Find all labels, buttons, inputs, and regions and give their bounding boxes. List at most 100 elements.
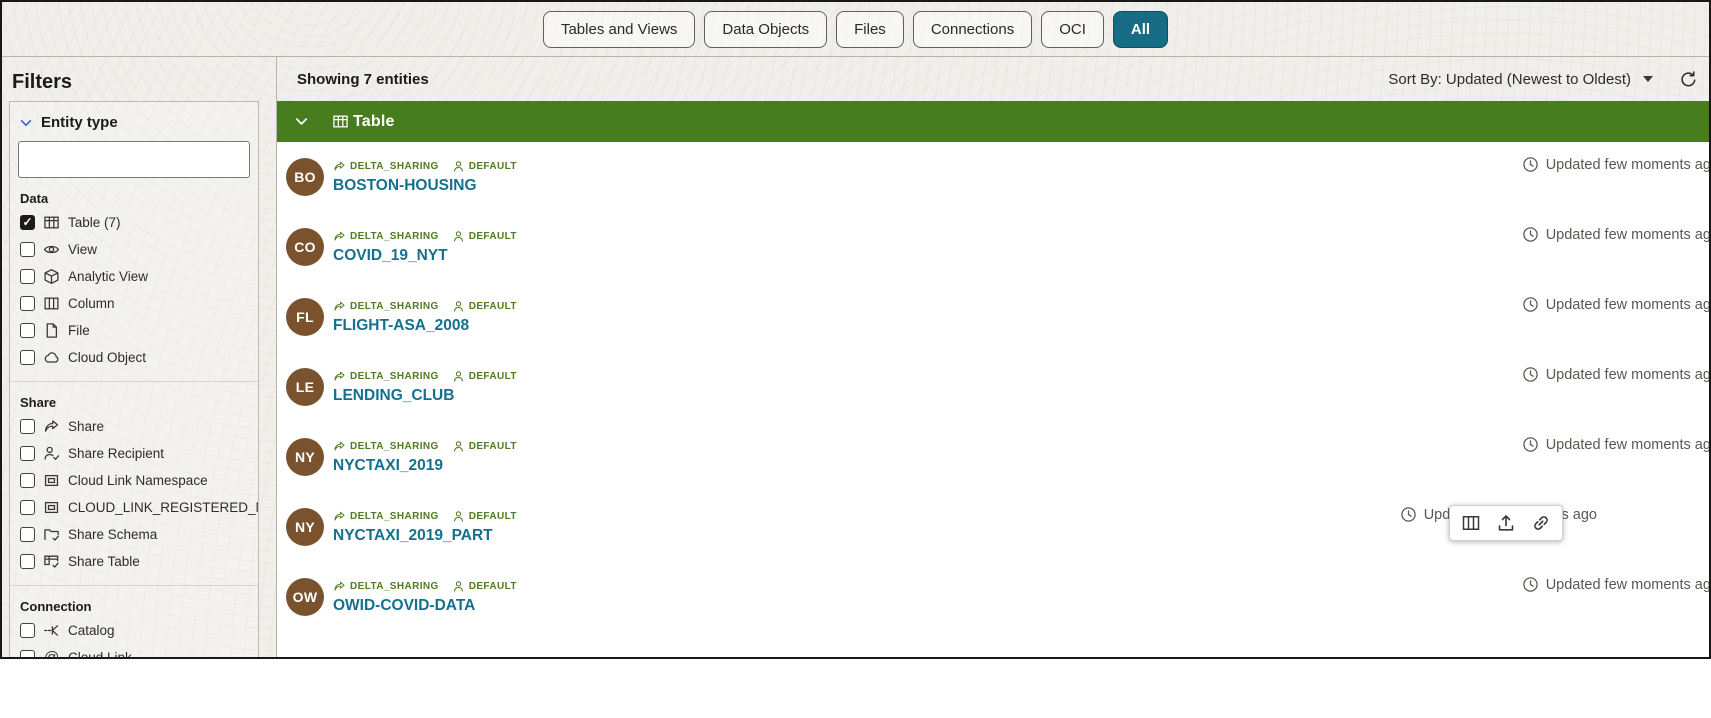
refresh-button[interactable] bbox=[1679, 70, 1698, 89]
filter-section-label-share: Share bbox=[20, 395, 258, 410]
export-icon[interactable] bbox=[1496, 513, 1516, 533]
filter-item-cloud-object[interactable]: Cloud Object bbox=[10, 344, 258, 371]
updated-timestamp: Updated few moments ago bbox=[1522, 296, 1711, 313]
checkbox[interactable] bbox=[20, 650, 35, 659]
badge-default: DEFAULT bbox=[452, 580, 517, 593]
filter-item-share-table[interactable]: Share Table bbox=[10, 548, 258, 575]
checkbox[interactable] bbox=[20, 269, 35, 284]
checkbox[interactable] bbox=[20, 350, 35, 365]
entity-type-header[interactable]: Entity type bbox=[10, 110, 258, 141]
avatar: CO bbox=[286, 228, 324, 266]
link-icon[interactable] bbox=[1531, 513, 1551, 533]
filter-item-label: View bbox=[68, 242, 97, 257]
entity-row-owid-covid-data: OWDELTA_SHARINGDEFAULTOWID-COVID-DATAUpd… bbox=[277, 562, 1709, 632]
entity-name-link[interactable]: OWID-COVID-DATA bbox=[333, 597, 517, 615]
chevron-down-icon bbox=[19, 116, 33, 130]
filter-item-table-7[interactable]: Table (7) bbox=[10, 209, 258, 236]
entity-tab-group: Tables and ViewsData ObjectsFilesConnect… bbox=[543, 11, 1168, 48]
checkbox[interactable] bbox=[20, 419, 35, 434]
person-icon bbox=[452, 230, 465, 243]
updated-text: Updated few moments ago bbox=[1546, 297, 1711, 313]
entity-name-link[interactable]: BOSTON-HOUSING bbox=[333, 177, 517, 195]
entity-type-filter-input[interactable] bbox=[18, 141, 250, 178]
table-group-header[interactable]: Table bbox=[277, 101, 1709, 142]
badge-default: DEFAULT bbox=[452, 440, 517, 453]
top-tab-bar: Tables and ViewsData ObjectsFilesConnect… bbox=[2, 2, 1709, 57]
entity-name-link[interactable]: COVID_19_NYT bbox=[333, 247, 517, 265]
clock-icon bbox=[1522, 226, 1539, 243]
catalog-icon bbox=[43, 622, 60, 639]
entity-meta: DELTA_SHARINGDEFAULTFLIGHT-ASA_2008 bbox=[333, 299, 517, 335]
entity-name-link[interactable]: FLIGHT-ASA_2008 bbox=[333, 317, 517, 335]
entity-name-link[interactable]: NYCTAXI_2019 bbox=[333, 457, 517, 475]
badge-label: DEFAULT bbox=[469, 371, 517, 382]
columns-icon[interactable] bbox=[1461, 513, 1481, 533]
filter-item-analytic-view[interactable]: Analytic View bbox=[10, 263, 258, 290]
entity-meta: DELTA_SHARINGDEFAULTBOSTON-HOUSING bbox=[333, 159, 517, 195]
filter-item-file[interactable]: File bbox=[10, 317, 258, 344]
filter-item-catalog[interactable]: Catalog bbox=[10, 617, 258, 644]
badge-label: DELTA_SHARING bbox=[350, 441, 439, 452]
tab-files[interactable]: Files bbox=[836, 11, 904, 48]
checkbox[interactable] bbox=[20, 446, 35, 461]
checkbox[interactable] bbox=[20, 473, 35, 488]
checkbox[interactable] bbox=[20, 500, 35, 515]
tab-all[interactable]: All bbox=[1113, 11, 1168, 48]
filter-item-cloud-link[interactable]: @Cloud Link bbox=[10, 644, 258, 659]
entity-meta: DELTA_SHARINGDEFAULT COVID_19_NYT bbox=[333, 229, 517, 265]
updated-text: Updated few moments ago bbox=[1546, 227, 1711, 243]
updated-timestamp: Updated few moments ago bbox=[1522, 436, 1711, 453]
checkbox[interactable] bbox=[20, 527, 35, 542]
filter-item-cloud-link-registered-namesp[interactable]: CLOUD_LINK_REGISTERED_NAMESP bbox=[10, 494, 258, 521]
tab-connections[interactable]: Connections bbox=[913, 11, 1032, 48]
checkbox[interactable] bbox=[20, 623, 35, 638]
group-title: Table bbox=[353, 113, 395, 131]
tab-data-objects[interactable]: Data Objects bbox=[704, 11, 827, 48]
badge-row: DELTA_SHARINGDEFAULT bbox=[333, 370, 517, 383]
person-icon bbox=[452, 510, 465, 523]
filter-item-view[interactable]: View bbox=[10, 236, 258, 263]
clock-icon bbox=[1522, 576, 1539, 593]
badge-label: DEFAULT bbox=[469, 161, 517, 172]
checkbox[interactable] bbox=[20, 323, 35, 338]
updated-timestamp: Updated few moments ago bbox=[1522, 156, 1711, 173]
entity-name-link[interactable]: LENDING_CLUB bbox=[333, 387, 517, 405]
avatar: BO bbox=[286, 158, 324, 196]
checkbox[interactable] bbox=[20, 242, 35, 257]
caret-down-icon bbox=[1643, 76, 1653, 82]
collapse-chevron-icon[interactable] bbox=[294, 114, 309, 129]
entity-name-link[interactable]: NYCTAXI_2019_PART bbox=[333, 527, 517, 545]
share-icon bbox=[333, 300, 346, 313]
badge-label: DEFAULT bbox=[469, 301, 517, 312]
checkbox[interactable] bbox=[20, 296, 35, 311]
badge-delta-sharing: DELTA_SHARING bbox=[333, 580, 439, 593]
namespace-icon bbox=[43, 472, 60, 489]
badge-label: DEFAULT bbox=[469, 441, 517, 452]
sort-by-control[interactable]: Sort By: Updated (Newest to Oldest) bbox=[1388, 71, 1653, 88]
filter-item-label: Table (7) bbox=[68, 215, 121, 230]
tab-oci[interactable]: OCI bbox=[1041, 11, 1104, 48]
entity-row-lending-club: LEDELTA_SHARINGDEFAULTLENDING_CLUBUpdate… bbox=[277, 352, 1709, 422]
tab-tables-and-views[interactable]: Tables and Views bbox=[543, 11, 695, 48]
badge-row: DELTA_SHARINGDEFAULT bbox=[333, 230, 517, 243]
filter-item-share-schema[interactable]: Share Schema bbox=[10, 521, 258, 548]
eye-icon bbox=[43, 241, 60, 258]
filter-item-share-recipient[interactable]: Share Recipient bbox=[10, 440, 258, 467]
share-icon bbox=[43, 418, 60, 435]
filter-item-column[interactable]: Column bbox=[10, 290, 258, 317]
filter-sections: Data Table (7) View Analytic ViewColumn File… bbox=[10, 191, 258, 659]
badge-label: DELTA_SHARING bbox=[350, 581, 439, 592]
filter-item-cloud-link-namespace[interactable]: Cloud Link Namespace bbox=[10, 467, 258, 494]
filter-section-label-data: Data bbox=[20, 191, 258, 206]
checkbox[interactable] bbox=[20, 554, 35, 569]
namespace-icon bbox=[43, 499, 60, 516]
clock-icon bbox=[1400, 506, 1417, 523]
filter-item-label: CLOUD_LINK_REGISTERED_NAMESP bbox=[68, 500, 258, 515]
filter-item-label: File bbox=[68, 323, 90, 338]
filter-item-share[interactable]: Share bbox=[10, 413, 258, 440]
updated-text: Updated few moments ago bbox=[1546, 577, 1711, 593]
checkbox[interactable] bbox=[20, 215, 35, 230]
badge-default: DEFAULT bbox=[452, 510, 517, 523]
badge-default: DEFAULT bbox=[452, 160, 517, 173]
folder-check-icon bbox=[43, 526, 60, 543]
